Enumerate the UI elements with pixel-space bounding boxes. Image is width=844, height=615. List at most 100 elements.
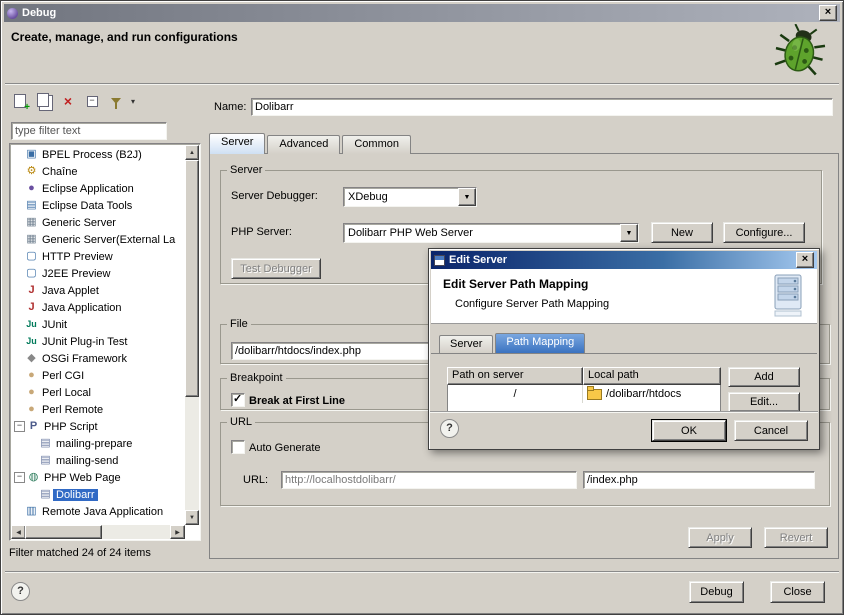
tree-item-label: PHP Web Page (41, 472, 124, 484)
dialog-tab-path-mapping[interactable]: Path Mapping (495, 333, 585, 353)
auto-generate-checkbox[interactable] (231, 440, 245, 454)
tree-item-chaine[interactable]: Chaîne (12, 163, 185, 180)
tree-item-label: mailing-prepare (53, 438, 135, 450)
close-button[interactable]: Close (770, 581, 825, 603)
database-icon (24, 198, 39, 213)
tree-item-remote-java-application[interactable]: Remote Java Application (12, 503, 185, 520)
tree-item-bpel[interactable]: BPEL Process (B2J) (12, 146, 185, 163)
tree-item-label-selected: Dolibarr (53, 489, 98, 501)
dialog-help-icon[interactable]: ? (440, 419, 459, 438)
url-path-input[interactable] (583, 471, 815, 489)
new-server-button[interactable]: New (651, 222, 713, 243)
cancel-button[interactable]: Cancel (734, 420, 808, 441)
tree-item-label: Perl Remote (39, 404, 106, 416)
tree-item-java-application[interactable]: Java Application (12, 299, 185, 316)
php-web-icon (26, 470, 41, 485)
check-icon: ✓ (233, 392, 242, 405)
add-mapping-button[interactable]: Add (728, 367, 800, 387)
test-debugger-button[interactable]: Test Debugger (231, 258, 321, 279)
table-row[interactable]: / /dolibarr/htdocs (447, 385, 721, 403)
edit-mapping-button[interactable]: Edit... (728, 392, 800, 412)
scroll-up-icon[interactable]: ▲ (185, 145, 199, 160)
server-debugger-select[interactable]: XDebug ▼ (343, 187, 477, 207)
help-icon[interactable]: ? (11, 582, 30, 601)
page-glyph (14, 94, 26, 108)
vertical-scroll-thumb[interactable] (185, 160, 199, 397)
tree-item-perl-remote[interactable]: Perl Remote (12, 401, 185, 418)
tree-item-junit[interactable]: JUnit (12, 316, 185, 333)
column-path-on-server[interactable]: Path on server (447, 367, 583, 385)
dialog-tab-server[interactable]: Server (439, 335, 493, 353)
close-icon[interactable]: × (819, 5, 837, 21)
name-input[interactable] (251, 98, 833, 116)
apply-button[interactable]: Apply (688, 527, 752, 548)
tree-item-mailing-send[interactable]: mailing-send (12, 452, 185, 469)
auto-generate-label: Auto Generate (249, 442, 321, 454)
debug-button[interactable]: Debug (689, 581, 744, 603)
name-label: Name: (214, 101, 246, 113)
tree-item-label: Perl CGI (39, 370, 87, 382)
filter-status: Filter matched 24 of 24 items (9, 547, 151, 559)
horizontal-scroll-thumb[interactable] (25, 525, 102, 539)
scroll-left-icon[interactable]: ◀ (11, 525, 26, 539)
new-configuration-icon[interactable] (11, 93, 29, 110)
monitor-icon (24, 249, 39, 264)
dropdown-icon[interactable]: ▼ (620, 224, 638, 242)
tab-server[interactable]: Server (209, 133, 265, 154)
tree-item-dolibarr[interactable]: Dolibarr (12, 486, 185, 503)
tree-item-generic-server-external[interactable]: Generic Server(External La (12, 231, 185, 248)
toolbar-dropdown-icon[interactable]: ▾ (131, 97, 135, 106)
revert-button[interactable]: Revert (764, 527, 828, 548)
url-group-legend: URL (227, 416, 255, 428)
tree-vertical-scrollbar[interactable]: ▲ ▼ (185, 145, 199, 525)
apply-revert-row: Apply Revert (688, 527, 828, 548)
dialog-titlebar[interactable]: Edit Server × (431, 251, 817, 269)
filter-icon[interactable] (107, 93, 125, 110)
tree-item-perl-local[interactable]: Perl Local (12, 384, 185, 401)
tree-item-php-web-page[interactable]: − PHP Web Page (12, 469, 185, 486)
tree-item-perl-cgi[interactable]: Perl CGI (12, 367, 185, 384)
tree-item-junit-plugin-test[interactable]: JUnit Plug-in Test (12, 333, 185, 350)
scroll-right-icon[interactable]: ▶ (170, 525, 185, 539)
collapse-all-icon[interactable]: − (83, 93, 101, 110)
window-titlebar[interactable]: Debug × (4, 4, 840, 22)
filter-input[interactable] (11, 122, 167, 140)
eclipse-icon (24, 181, 39, 196)
break-first-line-checkbox[interactable]: ✓ (231, 393, 245, 407)
php-server-select[interactable]: Dolibarr PHP Web Server ▼ (343, 223, 639, 243)
tree-item-http-preview[interactable]: HTTP Preview (12, 248, 185, 265)
tree-item-label: PHP Script (41, 421, 101, 433)
tab-advanced[interactable]: Advanced (267, 135, 340, 154)
url-base-input[interactable] (281, 471, 577, 489)
delete-configuration-icon[interactable]: × (59, 93, 77, 110)
tree-item-php-script[interactable]: − PHP Script (12, 418, 185, 435)
tab-common[interactable]: Common (342, 135, 411, 154)
dialog-close-icon[interactable]: × (796, 252, 814, 268)
tree-item-label: J2EE Preview (39, 268, 113, 280)
ok-button[interactable]: OK (652, 420, 726, 441)
configure-button[interactable]: Configure... (723, 222, 805, 243)
tree-item-j2ee-preview[interactable]: J2EE Preview (12, 265, 185, 282)
configurations-toolbar: × − ▾ (11, 91, 135, 111)
tree-item-eclipse-application[interactable]: Eclipse Application (12, 180, 185, 197)
tree-item-mailing-prepare[interactable]: mailing-prepare (12, 435, 185, 452)
tree-item-java-applet[interactable]: Java Applet (12, 282, 185, 299)
header-divider (5, 83, 839, 85)
tree-item-osgi-framework[interactable]: OSGi Framework (12, 350, 185, 367)
duplicate-configuration-icon[interactable] (35, 93, 53, 110)
tree-item-generic-server[interactable]: Generic Server (12, 214, 185, 231)
column-local-path[interactable]: Local path (583, 367, 721, 385)
dialog-window-icon (434, 255, 445, 266)
perl-icon (24, 385, 39, 400)
collapse-icon[interactable]: − (14, 421, 25, 432)
dialog-heading: Edit Server Path Mapping (443, 277, 588, 291)
scroll-down-icon[interactable]: ▼ (185, 510, 199, 525)
tree-item-label: BPEL Process (B2J) (39, 149, 145, 161)
tree-horizontal-scrollbar[interactable]: ◀ ▶ (11, 525, 185, 539)
collapse-icon[interactable]: − (14, 472, 25, 483)
dropdown-icon[interactable]: ▼ (458, 188, 476, 206)
java-icon (24, 283, 39, 298)
perl-icon (24, 402, 39, 417)
configurations-tree: BPEL Process (B2J) Chaîne Eclipse Applic… (9, 143, 201, 541)
tree-item-eclipse-data-tools[interactable]: Eclipse Data Tools (12, 197, 185, 214)
